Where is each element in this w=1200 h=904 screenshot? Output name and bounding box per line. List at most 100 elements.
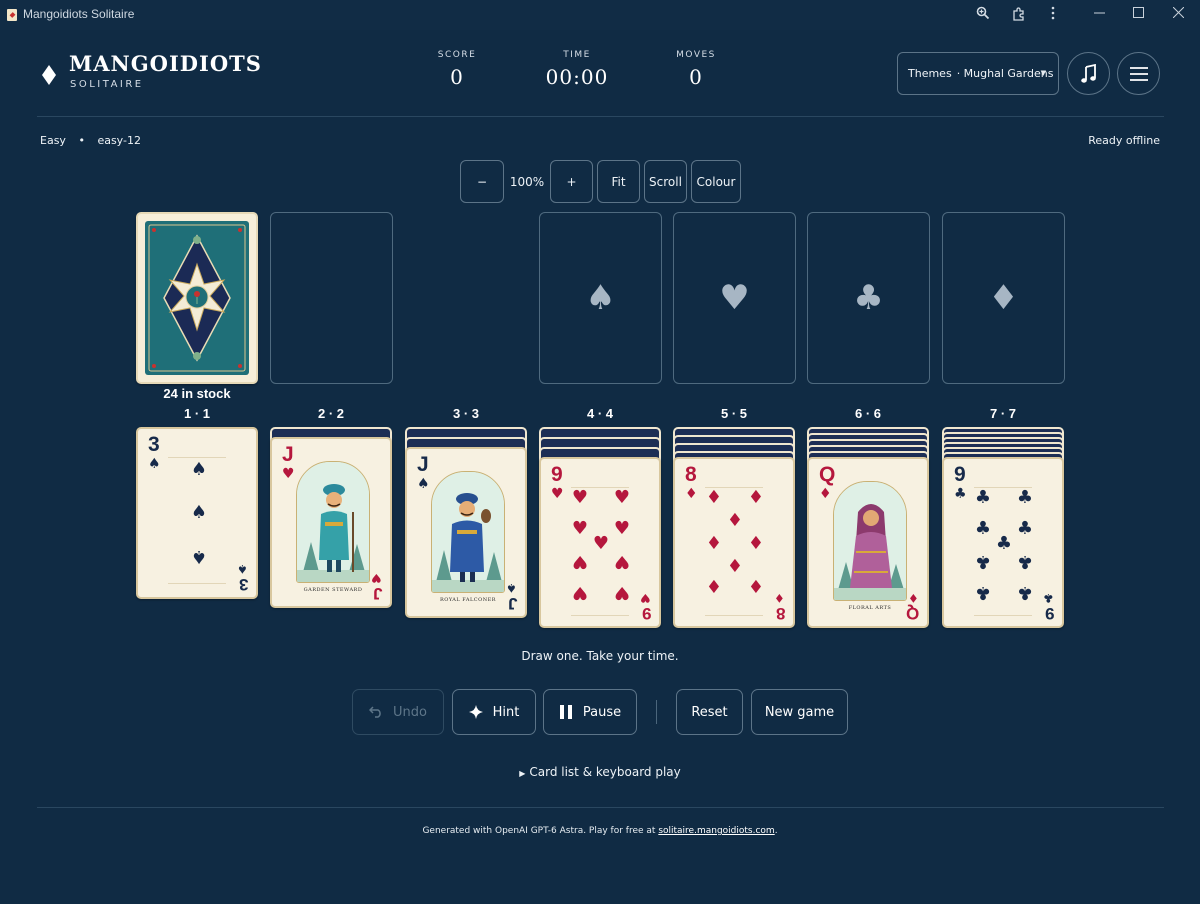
window-title: Mangoidiots Solitaire bbox=[23, 7, 135, 21]
difficulty-label: Easy bbox=[40, 134, 66, 147]
zoom-out-button[interactable]: − bbox=[460, 160, 504, 203]
card-rank: 3 bbox=[238, 575, 248, 594]
club-icon: ♣ bbox=[1016, 582, 1034, 603]
disclosure-triangle-icon: ▶ bbox=[519, 769, 526, 778]
heart-icon: ♥ bbox=[551, 486, 564, 502]
foundation-diamonds[interactable]: ♦ bbox=[942, 212, 1065, 384]
undo-icon bbox=[369, 706, 381, 718]
pause-button[interactable]: Pause bbox=[543, 689, 637, 735]
footer-divider bbox=[37, 807, 1164, 808]
music-button[interactable] bbox=[1067, 52, 1110, 95]
stock-pile[interactable] bbox=[136, 212, 258, 384]
heart-icon: ♥ bbox=[371, 571, 382, 585]
offline-status: Ready offline bbox=[1088, 134, 1160, 147]
card-rank: Q bbox=[819, 463, 836, 486]
foundation-hearts[interactable]: ♥ bbox=[673, 212, 796, 384]
diamond-logo-icon bbox=[42, 65, 56, 85]
card-3-spades[interactable]: 3 ♠ ♠ ♠ ♠ ♠ 3 bbox=[136, 427, 258, 599]
card-back-pattern bbox=[145, 221, 249, 375]
spade-icon: ♠ bbox=[237, 562, 248, 576]
club-icon: ♣ bbox=[1016, 551, 1034, 572]
extensions-icon[interactable] bbox=[1010, 6, 1028, 24]
app-icon bbox=[7, 9, 17, 21]
diamond-icon: ♦ bbox=[726, 556, 744, 577]
new-game-button[interactable]: New game bbox=[751, 689, 848, 735]
seed-label: easy-12 bbox=[97, 134, 141, 147]
theme-select[interactable]: Themes · Mughal Gardens ▼ bbox=[897, 52, 1059, 95]
zoom-icon[interactable] bbox=[974, 6, 992, 24]
diamond-icon: ♦ bbox=[705, 487, 723, 508]
hint-button[interactable]: Hint bbox=[452, 689, 536, 735]
card-9-hearts[interactable]: 9 ♥ ♥ ♥ ♥ ♥ ♥ ♥ ♥ ♥ ♥ ♥ 9 bbox=[539, 457, 661, 628]
game-tagline: Draw one. Take your time. bbox=[521, 649, 679, 663]
actions-divider bbox=[656, 700, 657, 724]
maximize-button[interactable] bbox=[1123, 4, 1153, 26]
undo-button[interactable]: Undo bbox=[352, 689, 444, 735]
court-illustration bbox=[431, 471, 505, 593]
dropdown-caret-icon: ▼ bbox=[1040, 69, 1046, 77]
heart-icon: ♥ bbox=[613, 518, 631, 539]
spade-icon: ♠ bbox=[506, 581, 517, 595]
moves-stat: MOVES 0 bbox=[636, 50, 756, 89]
hamburger-menu-icon bbox=[1129, 66, 1148, 81]
club-icon: ♣ bbox=[974, 551, 992, 572]
footer-text: Generated with OpenAI GPT-6 Astra. Play … bbox=[422, 826, 659, 836]
card-9-clubs[interactable]: 9 ♣ ♣ ♣ ♣ ♣ ♣ ♣ ♣ ♣ ♣ ♣ 9 bbox=[942, 457, 1064, 628]
menu-button[interactable] bbox=[1117, 52, 1160, 95]
undo-label: Undo bbox=[393, 704, 427, 720]
colour-button[interactable]: Colour bbox=[691, 160, 741, 203]
zoom-in-button[interactable]: + bbox=[550, 160, 593, 203]
window-titlebar: Mangoidiots Solitaire bbox=[0, 0, 1200, 30]
card-rank: J bbox=[507, 594, 517, 613]
meta-separator: • bbox=[78, 134, 85, 147]
moves-label: MOVES bbox=[676, 50, 716, 60]
waste-pile[interactable] bbox=[270, 212, 393, 384]
fit-button[interactable]: Fit bbox=[597, 160, 640, 203]
column-6-label: 6 · 6 bbox=[854, 406, 881, 421]
minimize-button[interactable] bbox=[1084, 4, 1114, 26]
card-8-diamonds[interactable]: 8 ♦ ♦ ♦ ♦ ♦ ♦ ♦ ♦ ♦ ♦ 8 bbox=[673, 457, 795, 628]
spade-icon: ♠ bbox=[148, 456, 161, 472]
diamond-icon: ♦ bbox=[774, 591, 785, 605]
stock-count: 24 in stock bbox=[163, 386, 231, 401]
heart-icon: ♥ bbox=[719, 278, 750, 318]
hint-label: Hint bbox=[492, 704, 520, 720]
diamond-icon: ♦ bbox=[705, 577, 723, 598]
card-jack-spades[interactable]: J ♠ ROYAL FALCONER ♠ J bbox=[405, 447, 527, 618]
diamond-icon: ♦ bbox=[908, 591, 919, 605]
card-list-toggle[interactable]: ▶ Card list & keyboard play bbox=[0, 765, 1200, 779]
card-jack-hearts[interactable]: J ♥ GARDEN STEWARD ♥ J bbox=[270, 437, 392, 608]
heart-icon: ♥ bbox=[613, 487, 631, 508]
diamond-icon: ♦ bbox=[819, 486, 832, 502]
card-queen-diamonds[interactable]: Q ♦ FLORAL ARTS ♦ Q bbox=[807, 457, 929, 628]
diamond-icon: ♦ bbox=[685, 486, 698, 502]
more-options-icon[interactable] bbox=[1044, 6, 1062, 24]
score-value: 0 bbox=[450, 65, 464, 89]
logo-title: MANGOIDIOTS bbox=[69, 51, 262, 76]
footer-link[interactable]: solitaire.mangoidiots.com bbox=[658, 826, 774, 836]
music-note-icon bbox=[1080, 63, 1096, 83]
club-icon: ♣ bbox=[995, 533, 1013, 554]
club-icon: ♣ bbox=[1016, 518, 1034, 539]
card-rule bbox=[571, 615, 629, 616]
spade-icon: ♠ bbox=[417, 476, 430, 492]
scroll-button[interactable]: Scroll bbox=[644, 160, 687, 203]
footer-end: . bbox=[774, 826, 778, 836]
foundation-clubs[interactable]: ♣ bbox=[807, 212, 930, 384]
score-stat: SCORE 0 bbox=[397, 50, 517, 89]
card-rule bbox=[705, 615, 763, 616]
diamond-icon: ♦ bbox=[747, 487, 765, 508]
reset-button[interactable]: Reset bbox=[676, 689, 743, 735]
theme-select-label: Themes bbox=[908, 67, 952, 80]
foundation-spades[interactable]: ♠ bbox=[539, 212, 662, 384]
column-5-label: 5 · 5 bbox=[720, 406, 747, 421]
score-label: SCORE bbox=[437, 50, 477, 60]
moves-value: 0 bbox=[689, 65, 703, 89]
close-button[interactable] bbox=[1163, 4, 1193, 26]
pause-icon bbox=[559, 705, 572, 719]
court-illustration bbox=[296, 461, 370, 583]
sparkle-icon bbox=[468, 705, 483, 719]
spade-icon: ♠ bbox=[190, 502, 208, 523]
card-rule bbox=[168, 583, 226, 584]
column-1-label: 1 · 1 bbox=[183, 406, 210, 421]
